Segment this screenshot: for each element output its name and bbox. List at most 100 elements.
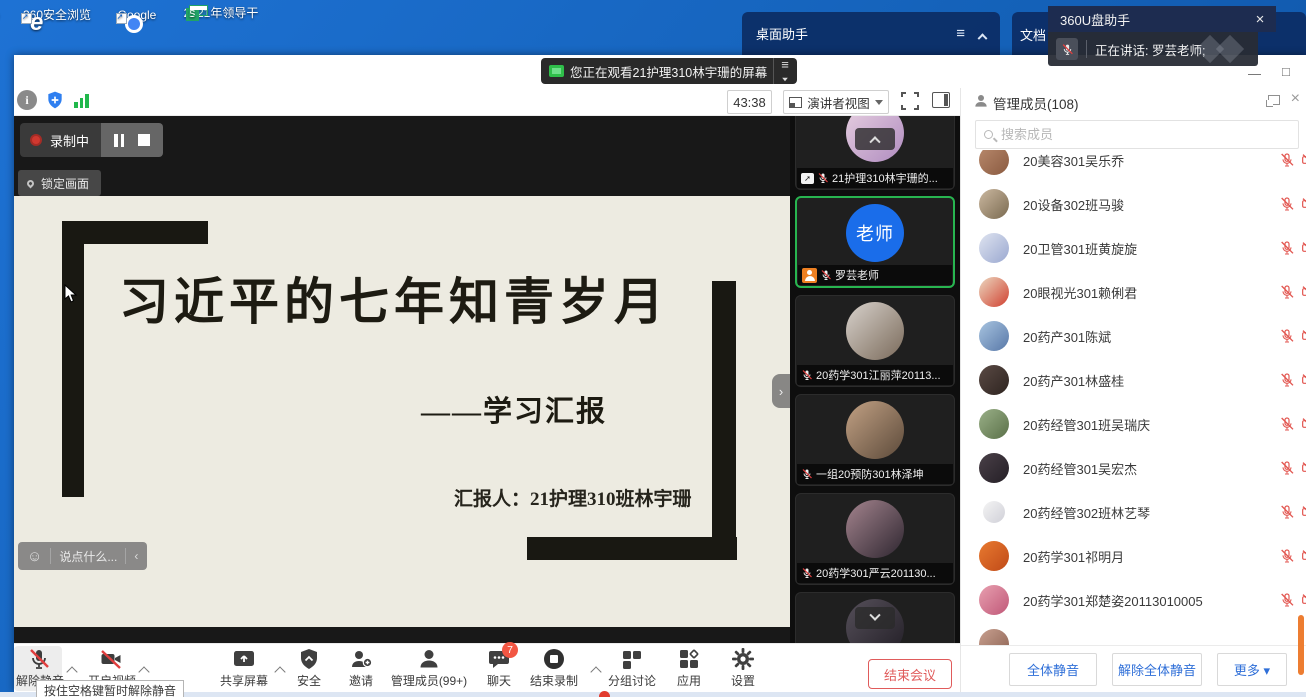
recording-controls[interactable]: 录制中 xyxy=(20,123,163,157)
emoji-icon[interactable]: ☺ xyxy=(27,549,42,564)
camera-off-icon[interactable] xyxy=(1301,416,1306,432)
apps-button[interactable]: 应用 xyxy=(666,647,712,691)
sidebar-expand-handle[interactable]: › xyxy=(772,374,790,408)
muted-mic-icon[interactable] xyxy=(1279,196,1295,212)
member-row[interactable]: 20药经管302班林艺琴 xyxy=(961,490,1306,534)
video-tile[interactable]: ➚ 一组20预防301林泽坤 xyxy=(795,394,955,486)
fullscreen-icon[interactable] xyxy=(901,92,919,110)
member-row[interactable]: 20药经管301吴宏杰 xyxy=(961,446,1306,490)
camera-off-icon[interactable] xyxy=(1301,284,1306,300)
camera-off-icon[interactable] xyxy=(1301,504,1306,520)
screen-share-green-icon xyxy=(549,65,564,77)
breakout-rooms-button[interactable]: 分组讨论 xyxy=(602,647,662,691)
video-tile-column: ➚ 21护理310林宇珊的... 老师 ➚ 罗芸老师 xyxy=(790,116,960,643)
member-status-icons xyxy=(1279,416,1306,432)
manage-members-button[interactable]: 管理成员(99+) xyxy=(386,647,472,691)
member-row[interactable]: 20药产301林盛桂 xyxy=(961,358,1306,402)
security-shield-icon[interactable] xyxy=(45,90,65,110)
video-options-chevron[interactable] xyxy=(138,666,149,677)
tile-name-bar: ➚ 20药学301江丽萍20113... xyxy=(797,365,953,385)
unmute-all-button[interactable]: 解除全体静音 xyxy=(1112,653,1202,686)
scrollbar-thumb[interactable] xyxy=(1298,615,1304,675)
side-by-side-layout-icon[interactable] xyxy=(932,92,950,108)
member-row[interactable]: 20眼视光301赖俐君 xyxy=(961,270,1306,314)
view-mode-dropdown[interactable]: 演讲者视图 xyxy=(783,90,889,114)
mute-all-button[interactable]: 全体静音 xyxy=(1009,653,1097,686)
mic-options-chevron[interactable] xyxy=(66,666,77,677)
member-row[interactable]: 20卫管301班黄旋旋 xyxy=(961,226,1306,270)
desktop-assistant-bar[interactable]: 桌面助手 ≡ xyxy=(742,12,1000,55)
slide-decoration xyxy=(62,221,208,244)
camera-off-icon[interactable] xyxy=(1301,460,1306,476)
share-options-chevron[interactable] xyxy=(274,666,285,677)
collapse-chat-icon[interactable]: ‹ xyxy=(134,549,138,563)
member-row[interactable]: 20美容301吴乐乔 xyxy=(961,150,1306,182)
muted-mic-icon[interactable] xyxy=(1279,152,1295,168)
popout-panel-icon[interactable] xyxy=(1268,95,1280,105)
slide-presenter: 汇报人：21护理310班林宇珊 xyxy=(454,484,692,511)
watching-banner-text: 您正在观看21护理310林宇珊的屏幕 xyxy=(570,62,767,81)
menu-icon[interactable]: ≡ xyxy=(956,25,965,42)
member-row[interactable]: 20药产301陈斌 xyxy=(961,314,1306,358)
camera-off-icon[interactable] xyxy=(1301,196,1306,212)
member-row[interactable] xyxy=(961,622,1306,645)
muted-mic-icon[interactable] xyxy=(1279,328,1295,344)
settings-button[interactable]: 设置 xyxy=(720,647,766,691)
member-name: 20眼视光301赖俐君 xyxy=(1023,283,1137,302)
camera-off-icon[interactable] xyxy=(1301,152,1306,168)
end-meeting-button[interactable]: 结束会议 xyxy=(868,659,952,689)
collapse-icon[interactable] xyxy=(978,33,988,43)
minimize-button[interactable]: — xyxy=(1248,66,1261,81)
muted-mic-icon[interactable] xyxy=(1279,372,1295,388)
member-status-icons xyxy=(1279,460,1306,476)
member-row[interactable]: 20药学301祁明月 xyxy=(961,534,1306,578)
desktop-icon-google-chrome[interactable]: Google xyxy=(98,8,176,22)
member-row[interactable]: 20药经管301班吴瑞庆 xyxy=(961,402,1306,446)
stop-recording-button[interactable]: 结束录制 xyxy=(524,647,584,691)
muted-mic-icon[interactable] xyxy=(1279,284,1295,300)
camera-off-icon[interactable] xyxy=(1301,548,1306,564)
member-avatar xyxy=(979,365,1009,395)
muted-mic-icon[interactable] xyxy=(1279,460,1295,476)
banner-menu-icon[interactable]: ≡ xyxy=(773,58,789,84)
watching-banner[interactable]: 您正在观看21护理310林宇珊的屏幕 ≡ xyxy=(541,58,797,84)
muted-mic-icon[interactable] xyxy=(1279,416,1295,432)
video-tile[interactable]: ➚ 20药学301严云201130... xyxy=(795,493,955,585)
quick-chat-input[interactable]: ☺ 说点什么... ‹ xyxy=(18,542,147,570)
video-tile[interactable]: ➚ 21护理310林宇珊的... xyxy=(795,116,955,190)
maximize-button[interactable]: □ xyxy=(1282,64,1290,79)
taskbar-edge[interactable] xyxy=(0,692,1306,697)
desktop-icon-360-browser[interactable]: 360安全浏览 xyxy=(18,6,96,23)
lock-view-button[interactable]: 锁定画面 xyxy=(18,170,101,196)
share-screen-button[interactable]: 共享屏幕 xyxy=(214,647,274,691)
close-panel-icon[interactable]: × xyxy=(1291,90,1300,108)
chat-button[interactable]: 7 聊天 xyxy=(476,647,522,691)
security-button[interactable]: 安全 xyxy=(286,647,332,691)
search-input[interactable] xyxy=(999,126,1290,143)
more-button[interactable]: 更多 ▾ xyxy=(1217,653,1287,686)
desktop-icon-wps-doc[interactable]: 2021年领导干 xyxy=(182,4,260,21)
info-icon[interactable]: i xyxy=(17,90,37,110)
muted-mic-icon[interactable] xyxy=(1279,548,1295,564)
network-signal-icon[interactable] xyxy=(74,94,89,108)
member-row[interactable]: 20药学301郑楚姿20113010005 xyxy=(961,578,1306,622)
scroll-down-button[interactable] xyxy=(855,607,895,629)
pause-recording-icon[interactable] xyxy=(114,134,124,147)
muted-mic-icon[interactable] xyxy=(1279,592,1295,608)
video-tile[interactable]: ➚ xyxy=(795,592,955,643)
muted-mic-icon[interactable] xyxy=(1279,504,1295,520)
camera-off-icon[interactable] xyxy=(1301,240,1306,256)
invite-button[interactable]: 邀请 xyxy=(338,647,384,691)
slide-decoration xyxy=(527,537,737,560)
stop-recording-icon[interactable] xyxy=(138,134,150,146)
camera-off-icon[interactable] xyxy=(1301,592,1306,608)
scroll-up-button[interactable] xyxy=(855,128,895,150)
camera-off-icon[interactable] xyxy=(1301,372,1306,388)
muted-mic-icon[interactable] xyxy=(1279,240,1295,256)
video-tile[interactable]: ➚ 20药学301江丽萍20113... xyxy=(795,295,955,387)
member-row[interactable]: 20设备302班马骏 xyxy=(961,182,1306,226)
camera-off-icon[interactable] xyxy=(1301,328,1306,344)
close-icon[interactable]: × xyxy=(1252,11,1268,28)
recording-options-chevron[interactable] xyxy=(590,666,601,677)
video-tile[interactable]: 老师 ➚ 罗芸老师 xyxy=(795,196,955,288)
